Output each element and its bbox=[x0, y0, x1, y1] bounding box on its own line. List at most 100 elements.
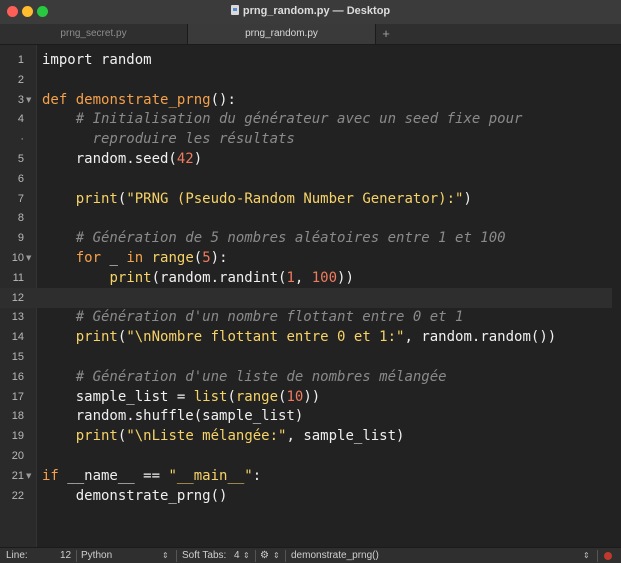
macro-record-icon[interactable] bbox=[604, 552, 612, 560]
code-text: random.shuffle(sample_list) bbox=[42, 406, 304, 426]
code-token: for bbox=[75, 250, 102, 266]
code-line[interactable]: 22 demonstrate_prng() bbox=[0, 486, 621, 506]
code-line[interactable]: 7 print("PRNG (Pseudo-Random Number Gene… bbox=[0, 189, 621, 209]
code-token: demonstrate_prng() bbox=[42, 487, 228, 504]
python-file-icon bbox=[230, 5, 239, 15]
editor-window: prng_random.py — Desktop prng_secret.py … bbox=[0, 0, 621, 563]
code-text: print("\nNombre flottant entre 0 et 1:",… bbox=[42, 327, 556, 347]
code-token: ) bbox=[463, 190, 472, 207]
code-token: "__main__" bbox=[168, 467, 253, 484]
code-token: 100 bbox=[311, 269, 338, 286]
tabs-updown-icon[interactable]: ⇕ bbox=[243, 548, 250, 563]
line-number: 6 bbox=[17, 172, 24, 185]
status-bar: Line: 12 Python ⇕ Soft Tabs: 4 ⇕ ⚙ ⇕ dem… bbox=[0, 547, 621, 563]
code-token: random.shuffle(sample_list) bbox=[42, 408, 304, 425]
code-token: (): bbox=[210, 91, 236, 108]
line-number: 15 bbox=[11, 351, 24, 363]
status-divider bbox=[285, 550, 286, 562]
line-number: 18 bbox=[11, 410, 24, 423]
code-line[interactable]: 18 random.shuffle(sample_list) bbox=[0, 406, 621, 426]
new-tab-button[interactable]: + bbox=[377, 24, 395, 44]
symbol-updown-icon[interactable]: ⇕ bbox=[583, 548, 590, 563]
code-token: ) bbox=[193, 151, 203, 167]
line-number: 20 bbox=[11, 450, 24, 462]
code-token: (random.randint( bbox=[151, 269, 287, 286]
code-line[interactable]: 17 sample_list = list(range(10)) bbox=[0, 387, 621, 407]
code-line[interactable]: 11 print(random.randint(1, 100)) bbox=[0, 268, 621, 288]
code-line[interactable]: 19 print("\nListe mélangée:", sample_lis… bbox=[0, 426, 621, 446]
code-line[interactable]: 21 ▼ if __name__ == "__main__": bbox=[0, 466, 621, 486]
code-text: random.seed(42) bbox=[42, 149, 202, 169]
code-line[interactable]: 8 bbox=[0, 208, 621, 228]
code-token: reproduire les résultats bbox=[75, 131, 295, 148]
line-number: 21 bbox=[11, 469, 24, 482]
vertical-scrollbar[interactable] bbox=[612, 45, 621, 547]
fold-arrow-icon[interactable]: ▼ bbox=[26, 248, 31, 268]
code-line[interactable]: 12 bbox=[0, 287, 621, 308]
title-bar: prng_random.py — Desktop bbox=[0, 0, 621, 25]
syntax-updown-icon[interactable]: ⇕ bbox=[162, 548, 169, 563]
line-number: 4 bbox=[17, 113, 24, 126]
settings-gear-icon[interactable]: ⚙ bbox=[260, 548, 269, 563]
code-text: reproduire les résultats bbox=[42, 129, 295, 149]
code-text: import random bbox=[42, 50, 152, 70]
line-number-value[interactable]: 12 bbox=[60, 548, 71, 563]
fold-arrow-icon[interactable]: ▼ bbox=[26, 90, 31, 110]
line-number: 17 bbox=[11, 390, 24, 403]
code-line[interactable]: 16 # Génération d'une liste de nombres m… bbox=[0, 367, 621, 387]
code-token: random.seed( bbox=[42, 151, 177, 167]
code-token: in bbox=[126, 250, 144, 266]
code-line[interactable]: · reproduire les résultats bbox=[0, 129, 621, 149]
line-number: 22 bbox=[11, 489, 24, 502]
line-number: 1 bbox=[17, 54, 24, 66]
code-text: for _ in range(5): bbox=[42, 248, 228, 268]
code-line[interactable]: 1 import random bbox=[0, 50, 621, 70]
line-number: · bbox=[20, 133, 24, 146]
code-line[interactable]: 10 ▼ for _ in range(5): bbox=[0, 248, 621, 268]
line-number: 3 bbox=[17, 93, 24, 106]
code-editor[interactable]: 1 import random 2 3 ▼ def demonstrate_prng():… bbox=[0, 45, 621, 547]
code-token: print bbox=[75, 190, 118, 207]
tab-prng-secret[interactable]: prng_secret.py bbox=[0, 24, 188, 44]
code-line[interactable]: 6 bbox=[0, 169, 621, 189]
code-line[interactable]: 14 print("\nNombre flottant entre 0 et 1… bbox=[0, 327, 621, 347]
line-number: 16 bbox=[11, 370, 24, 383]
syntax-selector[interactable]: Python bbox=[81, 548, 112, 563]
code-line[interactable]: 2 bbox=[0, 70, 621, 90]
settings-updown-icon[interactable]: ⇕ bbox=[273, 548, 280, 563]
code-token: , bbox=[294, 269, 312, 286]
code-token: list bbox=[193, 388, 228, 405]
line-number: 8 bbox=[17, 212, 24, 225]
line-number: 10 bbox=[11, 252, 24, 264]
tab-bar: prng_secret.py prng_random.py + bbox=[0, 24, 621, 45]
code-token: print bbox=[75, 329, 118, 346]
code-line[interactable]: 9 # Génération de 5 nombres aléatoires e… bbox=[0, 228, 621, 248]
code-token: 10 bbox=[286, 388, 304, 405]
symbol-selector[interactable]: demonstrate_prng() bbox=[291, 548, 379, 563]
status-divider bbox=[176, 550, 177, 562]
fold-arrow-icon[interactable]: ▼ bbox=[26, 466, 31, 486]
tab-prng-random[interactable]: prng_random.py bbox=[188, 24, 376, 44]
code-token: range bbox=[151, 250, 194, 266]
code-token: # Génération d'un nombre flottant entre … bbox=[75, 309, 464, 326]
code-token: : bbox=[252, 467, 262, 484]
code-line[interactable]: 13 # Génération d'un nombre flottant ent… bbox=[0, 307, 621, 327]
code-line[interactable]: 3 ▼ def demonstrate_prng(): bbox=[0, 90, 621, 110]
code-token: # Génération de 5 nombres aléatoires ent… bbox=[75, 230, 506, 247]
soft-tabs-label[interactable]: Soft Tabs: bbox=[182, 548, 226, 563]
code-line[interactable]: 15 bbox=[0, 347, 621, 367]
soft-tabs-value[interactable]: 4 bbox=[234, 548, 240, 563]
code-line[interactable]: 4 # Initialisation du générateur avec un… bbox=[0, 109, 621, 129]
line-number: 5 bbox=[17, 153, 24, 165]
code-text: demonstrate_prng() bbox=[42, 486, 228, 506]
code-line[interactable]: 20 bbox=[0, 446, 621, 466]
code-line[interactable]: 5 random.seed(42) bbox=[0, 149, 621, 169]
code-token: ( bbox=[193, 250, 203, 266]
